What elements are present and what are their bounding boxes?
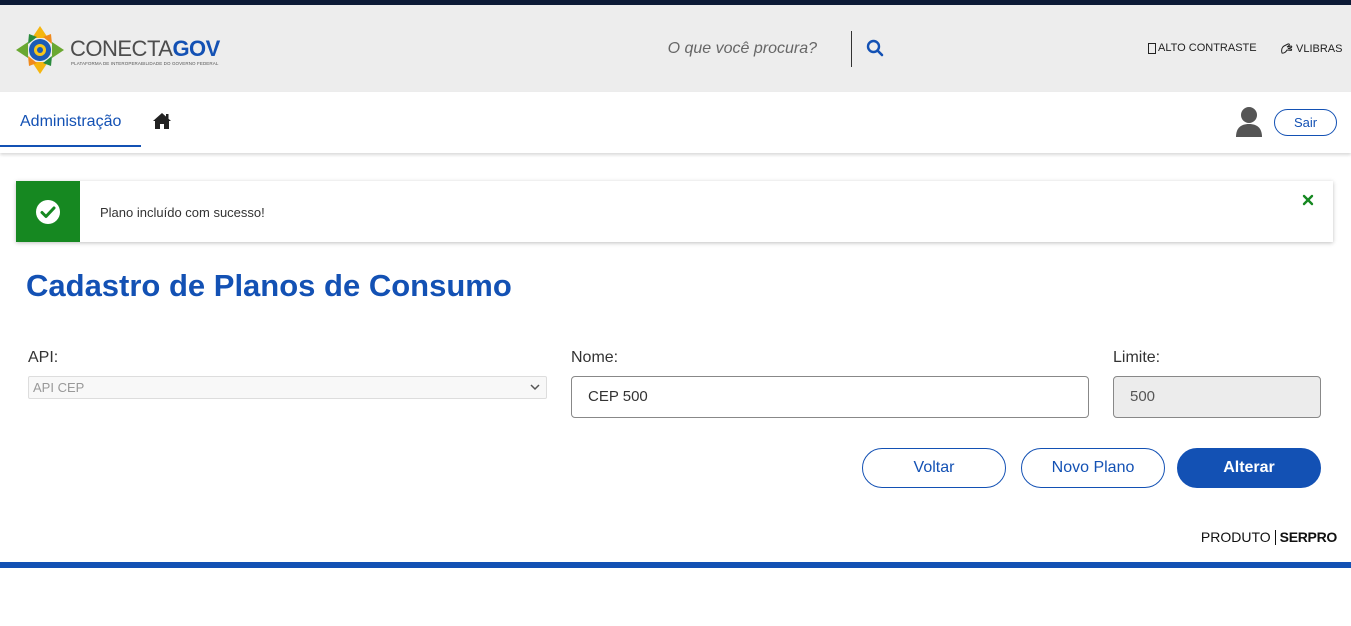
api-select[interactable]: API CEP: [28, 376, 547, 399]
limite-label: Limite:: [1113, 349, 1161, 366]
alert-close-button[interactable]: [1301, 193, 1315, 207]
alterar-button[interactable]: Alterar: [1177, 448, 1321, 488]
user-icon: [1236, 107, 1262, 137]
search-divider: [851, 31, 852, 67]
libras-label: VLIBRAS: [1296, 42, 1343, 55]
libras-link[interactable]: VLIBRAS: [1280, 42, 1342, 55]
alert-icon-box: [16, 181, 80, 242]
search-bar: [640, 30, 900, 68]
chevron-down-icon: [530, 384, 540, 391]
success-alert: Plano incluído com sucesso!: [16, 181, 1333, 242]
high-contrast-link[interactable]: ALTO CONTRASTE: [1148, 42, 1257, 54]
logo-wordmark: CONECTAGOV: [70, 36, 220, 61]
site-header: CONECTAGOV PLATAFORMA DE INTEROPERABILID…: [0, 5, 1351, 92]
footer-separator: [1274, 529, 1276, 545]
footer-produto: PRODUTO: [1200, 529, 1271, 545]
alert-message: Plano incluído com sucesso!: [100, 205, 265, 220]
search-icon: [866, 39, 884, 57]
hand-sign-icon: [1281, 43, 1293, 54]
footer-serpro-logo: SERPRO: [1279, 529, 1338, 545]
high-contrast-label: ALTO CONTRASTE: [1158, 42, 1257, 54]
logout-button[interactable]: Sair: [1274, 109, 1337, 136]
nome-label: Nome:: [571, 349, 619, 366]
footer-brand: PRODUTO SERPRO: [1201, 529, 1337, 545]
check-circle-icon: [36, 199, 60, 224]
conectagov-logo[interactable]: CONECTAGOV PLATAFORMA DE INTEROPERABILID…: [15, 24, 220, 76]
limite-input[interactable]: 500: [1113, 376, 1321, 418]
user-avatar[interactable]: [1234, 106, 1264, 138]
voltar-button[interactable]: Voltar: [862, 448, 1006, 488]
api-label: API:: [28, 349, 59, 366]
api-select-value: API CEP: [33, 380, 85, 395]
bottom-stripe: [0, 562, 1351, 568]
search-input[interactable]: [640, 30, 845, 68]
close-icon: [1302, 194, 1314, 206]
page-title: Cadastro de Planos de Consumo: [26, 268, 512, 303]
home-icon: [153, 113, 171, 129]
search-button[interactable]: [866, 39, 886, 59]
tab-administracao[interactable]: Administração: [0, 92, 141, 147]
gov-emblem-icon: [16, 26, 64, 74]
home-button[interactable]: [152, 112, 172, 130]
contrast-icon: [1148, 42, 1156, 54]
main-navbar: Administração Sair: [0, 92, 1351, 153]
logo-subtitle: PLATAFORMA DE INTEROPERABILIDADE DO GOVE…: [71, 61, 219, 66]
novo-plano-button[interactable]: Novo Plano: [1021, 448, 1165, 488]
nome-input[interactable]: CEP 500: [571, 376, 1089, 418]
